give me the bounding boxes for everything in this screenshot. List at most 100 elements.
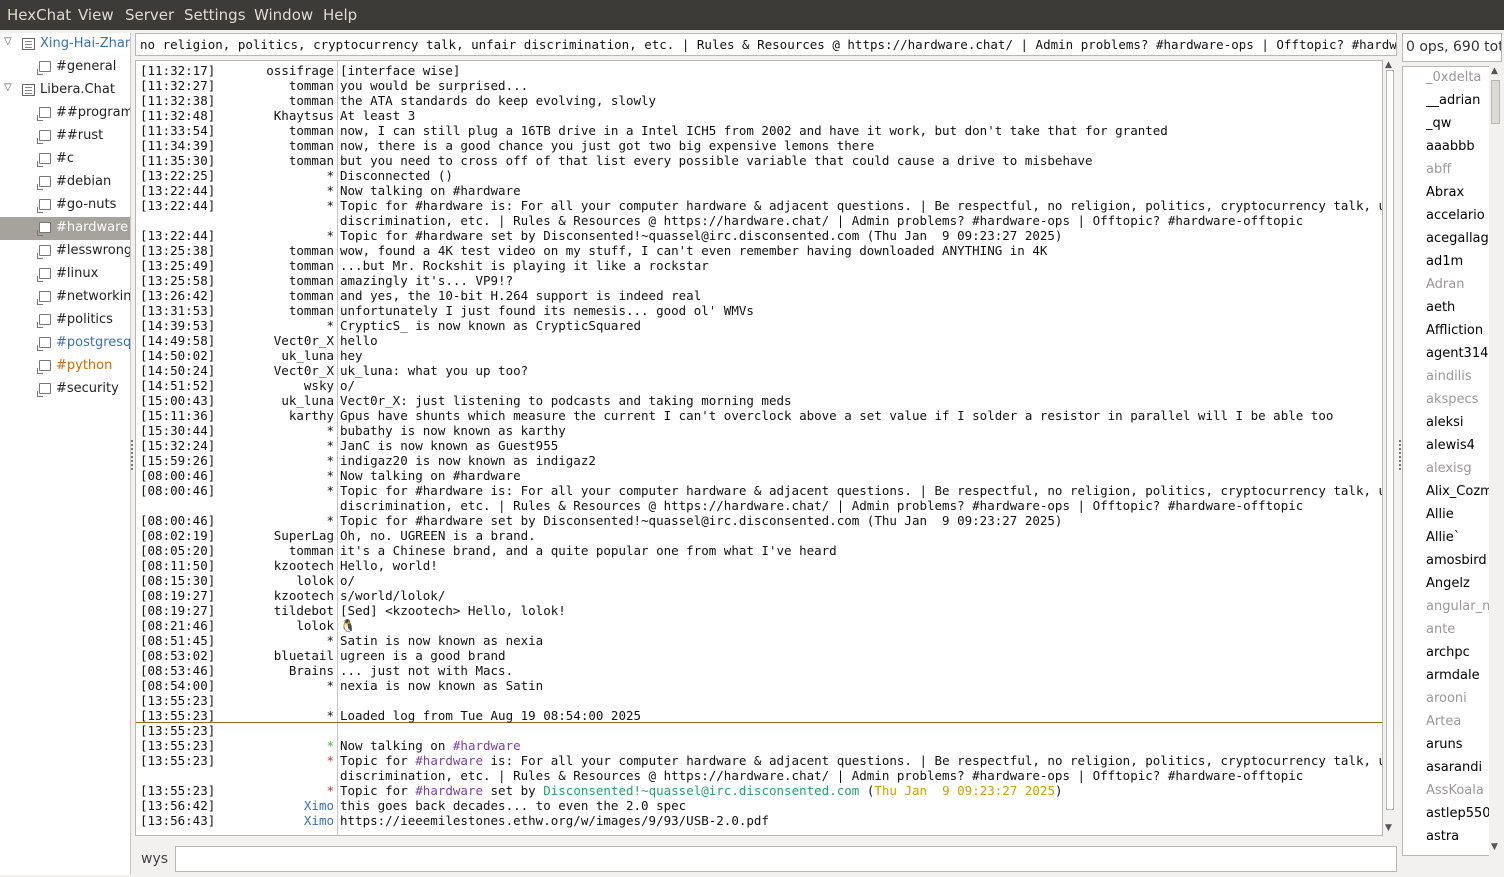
- user-entry[interactable]: _0xdelta: [1426, 70, 1481, 93]
- nick[interactable]: tomman: [139, 123, 334, 138]
- tree-channel[interactable]: ##rust: [0, 125, 130, 148]
- message-input[interactable]: [175, 846, 1397, 872]
- nick[interactable]: *: [139, 513, 334, 528]
- user-scroll-thumb[interactable]: [1491, 80, 1500, 124]
- nick[interactable]: Ximo: [139, 798, 334, 813]
- user-entry[interactable]: astlep5505: [1426, 806, 1489, 829]
- menu-view[interactable]: View: [78, 6, 114, 24]
- user-entry[interactable]: acegallagher: [1426, 231, 1489, 254]
- nick[interactable]: *: [139, 228, 334, 243]
- tree-channel[interactable]: #go-nuts: [0, 194, 130, 217]
- nick[interactable]: *: [139, 453, 334, 468]
- nick[interactable]: tomman: [139, 153, 334, 168]
- tree-channel[interactable]: #c: [0, 148, 130, 171]
- pane-resize-handle[interactable]: [131, 440, 135, 470]
- menu-help[interactable]: Help: [323, 6, 357, 24]
- scroll-up-arrow-icon[interactable]: ▲: [1491, 66, 1498, 76]
- user-entry[interactable]: archpc: [1426, 645, 1470, 668]
- user-entry[interactable]: aaabbb: [1426, 139, 1475, 162]
- nick[interactable]: *: [139, 708, 334, 723]
- nick[interactable]: tomman: [139, 273, 334, 288]
- tree-channel[interactable]: #politics: [0, 309, 130, 332]
- nick[interactable]: wsky: [139, 378, 334, 393]
- nick[interactable]: *: [139, 753, 334, 768]
- nick[interactable]: *: [139, 438, 334, 453]
- user-entry[interactable]: agent314: [1426, 346, 1488, 369]
- nick[interactable]: tomman: [139, 78, 334, 93]
- topic-bar[interactable]: no religion, politics, cryptocurrency ta…: [135, 33, 1397, 56]
- user-entry[interactable]: angular_mike: [1426, 599, 1489, 622]
- nick[interactable]: tomman: [139, 303, 334, 318]
- chat-scroll-thumb[interactable]: [1386, 70, 1394, 810]
- user-entry[interactable]: aruns: [1426, 737, 1463, 760]
- user-entry[interactable]: Allie: [1426, 507, 1454, 530]
- nick[interactable]: lolok: [139, 618, 334, 633]
- nick[interactable]: tildebot: [139, 603, 334, 618]
- tree-channel[interactable]: #linux: [0, 263, 130, 286]
- menu-window[interactable]: Window: [254, 6, 313, 24]
- user-entry[interactable]: aindilis: [1426, 369, 1472, 392]
- menu-hexchat[interactable]: HexChat: [7, 6, 71, 24]
- user-entry[interactable]: arooni: [1426, 691, 1467, 714]
- nick[interactable]: lolok: [139, 573, 334, 588]
- user-entry[interactable]: alewis4: [1426, 438, 1475, 461]
- tree-channel[interactable]: #postgresql: [0, 332, 130, 355]
- user-entry[interactable]: asarandi: [1426, 760, 1482, 783]
- nick[interactable]: *: [139, 783, 334, 798]
- user-entry[interactable]: Adran: [1426, 277, 1464, 300]
- nick[interactable]: *: [139, 468, 334, 483]
- user-entry[interactable]: abff: [1426, 162, 1451, 185]
- scroll-up-arrow-icon[interactable]: ▲: [1385, 60, 1392, 70]
- nick[interactable]: uk_luna: [139, 348, 334, 363]
- tree-channel[interactable]: #debian: [0, 171, 130, 194]
- user-entry[interactable]: aleksi: [1426, 415, 1464, 438]
- expander-icon[interactable]: ▽: [4, 82, 12, 93]
- nick[interactable]: *: [139, 423, 334, 438]
- tree-channel[interactable]: #networking: [0, 286, 130, 309]
- nick[interactable]: Vect0r_X: [139, 363, 334, 378]
- user-entry[interactable]: __adrian: [1426, 93, 1480, 116]
- nick[interactable]: *: [139, 168, 334, 183]
- nick[interactable]: *: [139, 318, 334, 333]
- tree-network[interactable]: ▽ Libera.Chat: [0, 79, 130, 102]
- user-entry[interactable]: ante: [1426, 622, 1455, 645]
- nick[interactable]: Vect0r_X: [139, 333, 334, 348]
- nick[interactable]: kzootech: [139, 558, 334, 573]
- chat-buffer[interactable]: [11:32:17] ossifrage [interface wise] [11:3…: [135, 60, 1383, 836]
- nick[interactable]: *: [139, 678, 334, 693]
- nick[interactable]: uk_luna: [139, 393, 334, 408]
- tree-channel[interactable]: #security: [0, 378, 130, 401]
- nick[interactable]: *: [139, 183, 334, 198]
- user-entry[interactable]: Abrax: [1426, 185, 1464, 208]
- nick[interactable]: tomman: [139, 93, 334, 108]
- user-entry[interactable]: ad1m: [1426, 254, 1463, 277]
- nick[interactable]: tomman: [139, 243, 334, 258]
- nick[interactable]: tomman: [139, 543, 334, 558]
- user-entry[interactable]: aeth: [1426, 300, 1455, 323]
- nick[interactable]: tomman: [139, 288, 334, 303]
- nick[interactable]: tomman: [139, 138, 334, 153]
- menu-server[interactable]: Server: [125, 6, 174, 24]
- expander-icon[interactable]: ▽: [4, 36, 12, 47]
- scroll-down-arrow-icon[interactable]: ▼: [1385, 823, 1392, 833]
- nick[interactable]: ossifrage: [139, 63, 334, 78]
- nick[interactable]: kzootech: [139, 588, 334, 603]
- nick[interactable]: bluetail: [139, 648, 334, 663]
- user-entry[interactable]: amosbird: [1426, 553, 1487, 576]
- user-entry[interactable]: astra: [1426, 829, 1459, 852]
- tree-channel[interactable]: ##programming: [0, 102, 130, 125]
- user-entry[interactable]: Alix_Cozmo: [1426, 484, 1489, 507]
- user-entry[interactable]: AssKoala: [1426, 783, 1484, 806]
- user-entry[interactable]: accelario: [1426, 208, 1485, 231]
- tree-channel[interactable]: #python: [0, 355, 130, 378]
- scroll-down-arrow-icon[interactable]: ▼: [1491, 842, 1498, 852]
- nickname-button[interactable]: wys: [141, 851, 168, 867]
- nick[interactable]: Ximo: [139, 813, 334, 828]
- nick[interactable]: Brains: [139, 663, 334, 678]
- nick[interactable]: Khaytsus: [139, 108, 334, 123]
- user-entry[interactable]: Allie`: [1426, 530, 1460, 553]
- user-entry[interactable]: _qw: [1426, 116, 1451, 139]
- nick[interactable]: SuperLag: [139, 528, 334, 543]
- nick[interactable]: *: [139, 633, 334, 648]
- nick[interactable]: *: [139, 738, 334, 753]
